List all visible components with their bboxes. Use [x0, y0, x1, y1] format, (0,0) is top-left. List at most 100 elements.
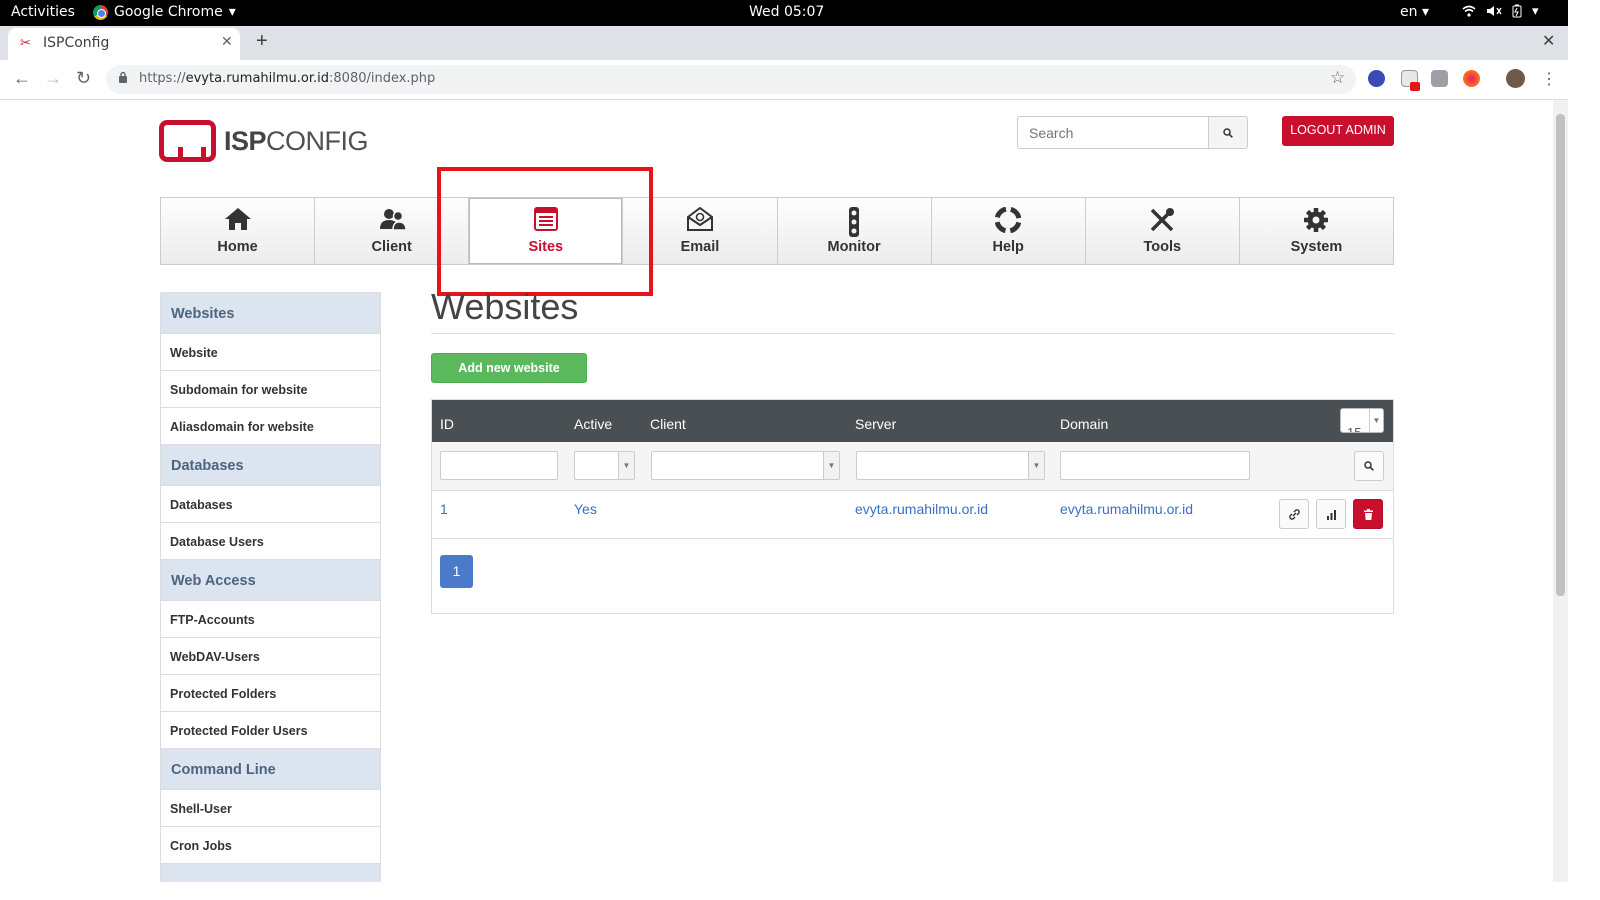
column-header-active[interactable]: Active — [574, 416, 612, 432]
language-indicator[interactable]: en ▾ — [1400, 4, 1429, 20]
sidebar-item-webdav-users[interactable]: WebDAV-Users — [161, 638, 380, 675]
ispconfig-logo[interactable]: ISPCONFIG — [159, 120, 369, 162]
sidebar-item-website[interactable]: Website — [161, 334, 380, 371]
search-input[interactable] — [1017, 116, 1209, 149]
forward-icon[interactable]: → — [44, 68, 62, 89]
sidebar: Websites Website Subdomain for website A… — [160, 292, 381, 882]
address-bar[interactable]: https://evyta.rumahilmu.or.id:8080/index… — [106, 65, 1356, 94]
tab-title: ISPConfig — [43, 35, 110, 51]
nav-tools-label: Tools — [1143, 239, 1182, 255]
wifi-icon — [1462, 4, 1476, 22]
page-scrollbar[interactable] — [1553, 100, 1568, 882]
nav-system[interactable]: System — [1240, 198, 1393, 264]
column-header-id[interactable]: ID — [440, 416, 454, 432]
url-host: evyta.rumahilmu.or.id — [185, 71, 330, 86]
filter-server-select[interactable]: ▼ — [856, 451, 1045, 480]
sidebar-heading-next — [161, 864, 380, 882]
url-scheme: https:// — [139, 71, 186, 86]
nav-home[interactable]: Home — [161, 198, 316, 264]
cell-server[interactable]: evyta.rumahilmu.or.id — [855, 501, 988, 517]
sidebar-item-databases[interactable]: Databases — [161, 486, 380, 523]
title-divider — [431, 333, 1394, 334]
close-window-icon[interactable]: ✕ — [1542, 31, 1555, 51]
app-menu[interactable]: Google Chrome ▾ — [93, 4, 236, 20]
main-module-nav: Home Client Sites Email Monitor Help Too… — [160, 197, 1394, 265]
filter-client-select[interactable]: ▼ — [651, 451, 840, 480]
browser-tab[interactable]: ✂ ISPConfig ✕ — [8, 28, 240, 60]
chevron-down-icon: ▼ — [823, 452, 839, 479]
reload-icon[interactable]: ↻ — [76, 68, 91, 89]
sidebar-item-protected-folder-users[interactable]: Protected Folder Users — [161, 712, 380, 749]
new-tab-icon[interactable]: + — [256, 30, 268, 53]
open-website-button[interactable] — [1279, 499, 1309, 529]
table-header: ID Active Client Server Domain 15 ▼ — [432, 400, 1393, 442]
url-path: :8080/index.php — [329, 71, 436, 86]
extension-icon-3[interactable] — [1431, 70, 1448, 87]
filter-search-button[interactable] — [1354, 451, 1384, 481]
ispconfig-favicon-icon: ✂ — [20, 36, 31, 51]
tools-icon — [1086, 207, 1239, 233]
nav-home-label: Home — [217, 239, 258, 255]
sidebar-item-subdomain[interactable]: Subdomain for website — [161, 371, 380, 408]
filter-row: ▼ ▼ ▼ — [432, 442, 1393, 491]
column-header-server[interactable]: Server — [855, 416, 896, 432]
filter-domain-input[interactable] — [1060, 451, 1250, 480]
scrollbar-thumb[interactable] — [1556, 114, 1565, 596]
monitor-logo-icon — [159, 120, 216, 162]
cell-active[interactable]: Yes — [574, 501, 597, 517]
app-menu-label: Google Chrome — [114, 4, 223, 20]
table-row[interactable]: 1 Yes evyta.rumahilmu.or.id evyta.rumahi… — [432, 491, 1393, 539]
sidebar-item-database-users[interactable]: Database Users — [161, 523, 380, 560]
sidebar-item-ftp-accounts[interactable]: FTP-Accounts — [161, 601, 380, 638]
chrome-icon — [93, 4, 108, 20]
statistics-button[interactable] — [1316, 499, 1346, 529]
search-button[interactable] — [1208, 116, 1248, 149]
logout-button[interactable]: LOGOUT ADMIN — [1282, 116, 1394, 146]
column-header-client[interactable]: Client — [650, 416, 686, 432]
sidebar-item-cron-jobs[interactable]: Cron Jobs — [161, 827, 380, 864]
websites-table: ID Active Client Server Domain 15 ▼ ▼ ▼ … — [431, 399, 1394, 614]
system-top-bar: Activities Google Chrome ▾ Wed 05:07 en … — [0, 0, 1568, 26]
chevron-down-icon: ▾ — [228, 4, 236, 20]
logo-text: ISPCONFIG — [224, 125, 369, 157]
add-website-button[interactable]: Add new website — [431, 353, 587, 383]
nav-help[interactable]: Help — [932, 198, 1086, 264]
extension-icon-1[interactable] — [1368, 70, 1385, 87]
nav-system-label: System — [1290, 239, 1343, 255]
profile-avatar[interactable] — [1506, 69, 1525, 88]
cell-id[interactable]: 1 — [440, 501, 448, 517]
column-header-domain[interactable]: Domain — [1060, 416, 1108, 432]
url-text: https://evyta.rumahilmu.or.id:8080/index… — [139, 71, 435, 86]
back-icon[interactable]: ← — [13, 68, 31, 89]
extension-icon-4[interactable] — [1463, 70, 1480, 87]
chevron-down-icon: ▼ — [1369, 409, 1383, 432]
cell-domain[interactable]: evyta.rumahilmu.or.id — [1060, 501, 1193, 517]
sidebar-heading-web-access: Web Access — [161, 560, 380, 601]
logo-text-bold: ISP — [224, 125, 267, 156]
activities-button[interactable]: Activities — [11, 4, 75, 20]
sidebar-item-protected-folders[interactable]: Protected Folders — [161, 675, 380, 712]
sidebar-item-aliasdomain[interactable]: Aliasdomain for website — [161, 408, 380, 445]
browser-toolbar: ← → ↻ https://evyta.rumahilmu.or.id:8080… — [0, 60, 1568, 100]
sidebar-heading-databases: Databases — [161, 445, 380, 486]
filter-id-input[interactable] — [440, 451, 558, 480]
system-tray[interactable]: ▾ — [1462, 4, 1539, 22]
close-tab-icon[interactable]: ✕ — [221, 34, 233, 50]
extension-badge — [1410, 82, 1420, 91]
chevron-down-icon: ▾ — [1532, 4, 1539, 19]
bookmark-star-icon[interactable]: ☆ — [1330, 68, 1345, 88]
page-size-select[interactable]: 15 ▼ — [1340, 408, 1384, 433]
nav-monitor[interactable]: Monitor — [778, 198, 932, 264]
delete-website-button[interactable] — [1353, 499, 1383, 529]
browser-menu-icon[interactable]: ⋮ — [1541, 69, 1557, 89]
chevron-down-icon: ▼ — [1028, 452, 1044, 479]
filter-active-select[interactable]: ▼ — [574, 451, 635, 480]
lifebuoy-icon — [932, 206, 1085, 234]
link-icon — [1289, 509, 1300, 520]
lock-icon — [118, 71, 128, 86]
clock[interactable]: Wed 05:07 — [749, 4, 824, 20]
gear-icon — [1240, 207, 1393, 233]
pagination-page-1[interactable]: 1 — [440, 555, 473, 588]
nav-tools[interactable]: Tools — [1086, 198, 1240, 264]
sidebar-item-shell-user[interactable]: Shell-User — [161, 790, 380, 827]
